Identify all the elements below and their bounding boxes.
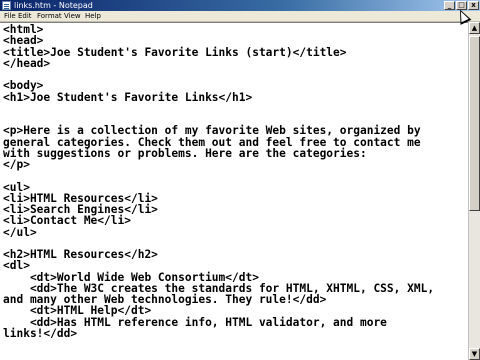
- vertical-scrollbar[interactable]: ▲ ▼: [468, 22, 480, 360]
- notepad-window: links.htm - Notepad _ □ x File Edit Form…: [0, 0, 480, 360]
- menu-help[interactable]: Help: [85, 11, 101, 22]
- minimize-button[interactable]: _: [444, 1, 455, 10]
- editor-content[interactable]: <html> <head> <title>Joe Student's Favor…: [0, 23, 468, 339]
- scroll-thumb[interactable]: [469, 36, 480, 211]
- title-bar[interactable]: links.htm - Notepad _ □ x: [0, 0, 480, 11]
- scroll-up-button[interactable]: ▲: [469, 22, 480, 34]
- menu-file[interactable]: File: [4, 11, 16, 22]
- window-title: links.htm - Notepad: [14, 1, 93, 10]
- notepad-icon: [2, 1, 11, 10]
- text-editor[interactable]: <html> <head> <title>Joe Student's Favor…: [0, 22, 468, 360]
- menu-edit[interactable]: Edit: [18, 11, 32, 22]
- menu-bar: File Edit Format View Help: [0, 11, 480, 22]
- menu-view[interactable]: View: [64, 11, 81, 22]
- scroll-down-button[interactable]: ▼: [469, 348, 480, 360]
- menu-format[interactable]: Format: [37, 11, 62, 22]
- close-button[interactable]: x: [468, 1, 479, 10]
